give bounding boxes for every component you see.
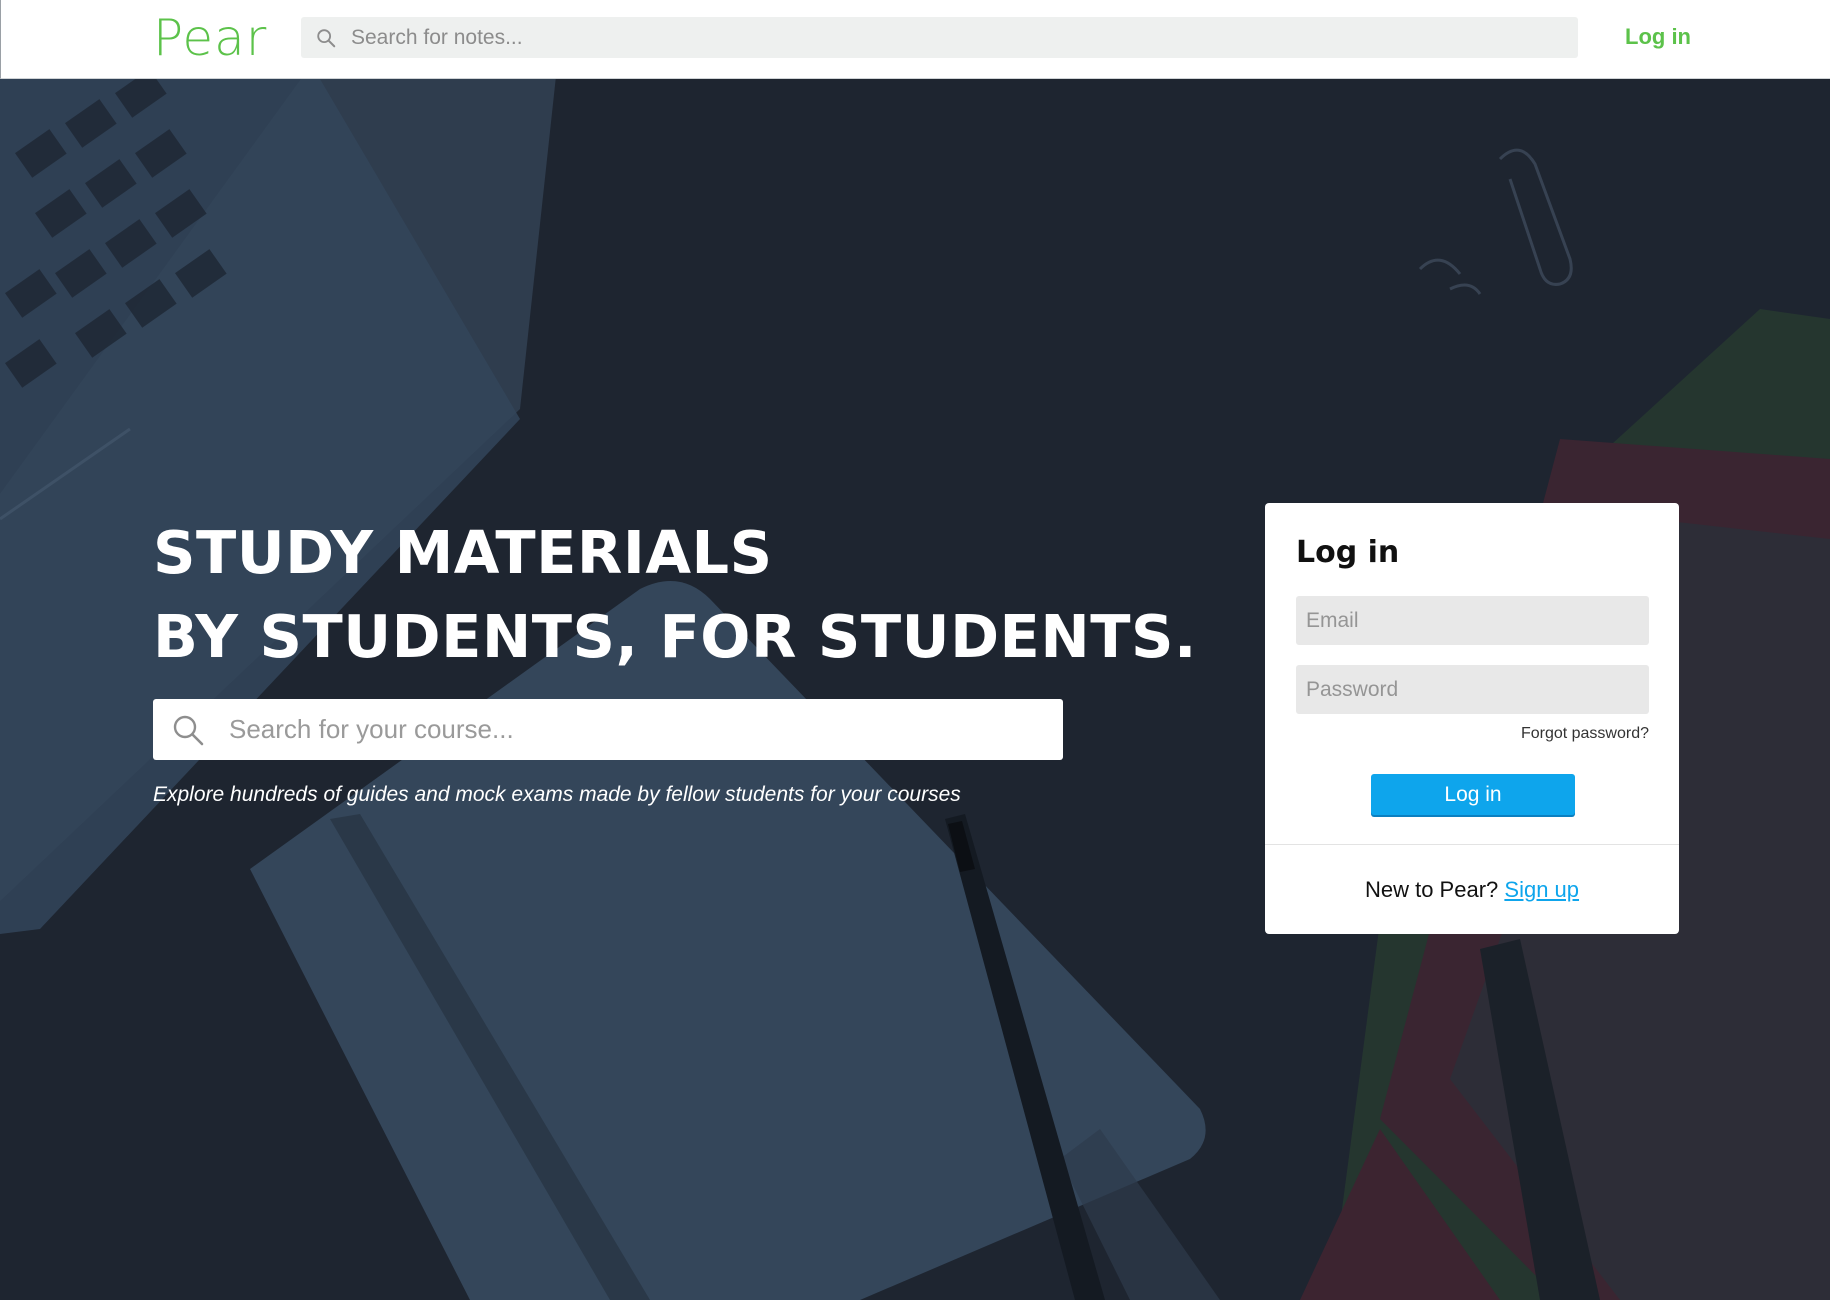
signup-prompt: New to Pear?	[1364, 877, 1499, 902]
login-card: Log in Forgot password? Log in New to Pe…	[1265, 503, 1679, 934]
login-submit-button[interactable]: Log in	[1371, 774, 1575, 815]
search-icon	[317, 29, 336, 48]
login-card-title: Log in	[1296, 535, 1400, 570]
email-field[interactable]	[1296, 596, 1649, 645]
password-field[interactable]	[1296, 665, 1649, 714]
card-divider	[1265, 844, 1679, 845]
top-navbar: Pear Log in	[0, 0, 1830, 79]
forgot-password-link[interactable]: Forgot password?	[1521, 725, 1649, 743]
hero-section: STUDY MATERIALS BY STUDENTS, FOR STUDENT…	[0, 79, 1830, 1300]
search-icon	[173, 715, 204, 746]
notes-search-bar[interactable]	[301, 17, 1578, 58]
hero-tagline: Explore hundreds of guides and mock exam…	[153, 783, 961, 806]
header-login-link[interactable]: Log in	[1611, 22, 1691, 52]
course-search-input[interactable]	[229, 699, 1049, 760]
notes-search-input[interactable]	[351, 17, 1561, 58]
pear-logo[interactable]: Pear	[153, 8, 267, 68]
signup-link[interactable]: Sign up	[1504, 877, 1579, 902]
headline-line-2: BY STUDENTS, FOR STUDENTS.	[153, 602, 1197, 671]
headline-line-1: STUDY MATERIALS	[153, 518, 773, 587]
hero-headline: STUDY MATERIALS BY STUDENTS, FOR STUDENT…	[153, 511, 1197, 679]
signup-row: New to Pear? Sign up	[1265, 877, 1679, 903]
course-search-bar[interactable]	[153, 699, 1063, 760]
